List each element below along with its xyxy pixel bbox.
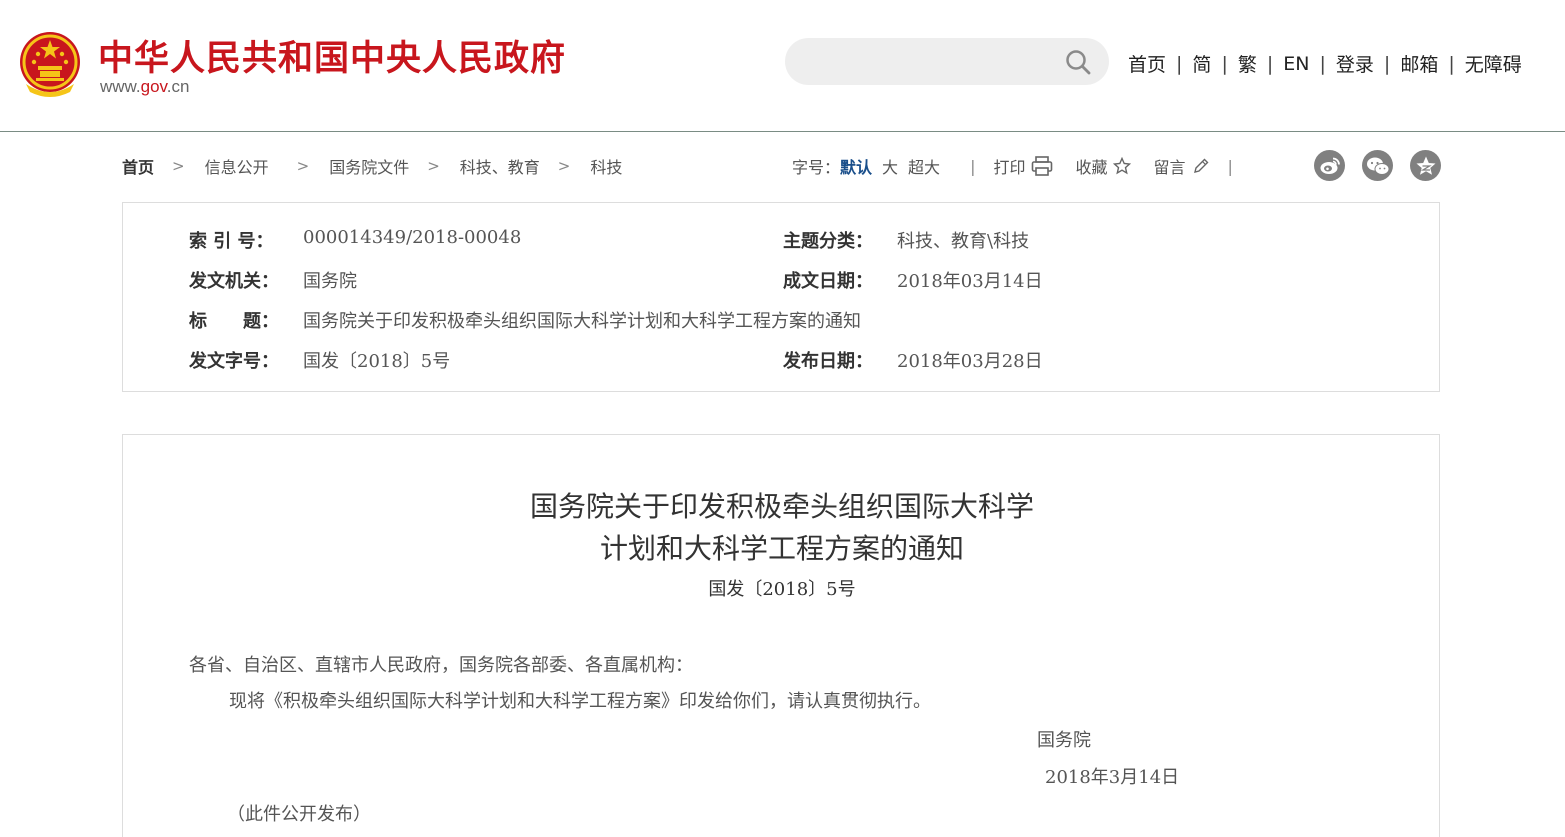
font-size-xlarge[interactable]: 超大 (908, 154, 940, 178)
breadcrumb-home[interactable]: 首页 (122, 154, 154, 178)
nav-mail[interactable]: 邮箱 (1400, 50, 1438, 77)
site-header: 中华人民共和国中央人民政府 www.gov.cn 首页 | 简 | 繁 | EN… (0, 0, 1565, 132)
nav-login[interactable]: 登录 (1336, 50, 1374, 77)
info-topic-label: 主题分类： (783, 231, 873, 252)
nav-home[interactable]: 首页 (1128, 50, 1166, 77)
print-label: 打印 (993, 158, 1026, 177)
comment-button[interactable]: 留言 (1153, 154, 1209, 178)
info-publish-date-value: 2018年03月28日 (897, 351, 1043, 372)
article-date: 2018年3月14日 (1045, 767, 1180, 788)
article-salutation: 各省、自治区、直辖市人民政府，国务院各部委、各直属机构： (189, 655, 693, 676)
info-written-date-label: 成文日期： (783, 271, 873, 292)
site-url[interactable]: www.gov.cn (100, 77, 189, 97)
info-doc-number-row: 发文字号： 国发〔2018〕5号 (189, 347, 450, 373)
toolbar-separator: | (1227, 156, 1233, 176)
article-paragraph: 现将《积极牵头组织国际大科学计划和大科学工程方案》印发给你们，请认真贯彻执行。 (229, 691, 931, 712)
info-publish-date-label: 发布日期： (783, 351, 873, 372)
info-title-row: 标 题： 国务院关于印发积极牵头组织国际大科学计划和大科学工程方案的通知 (189, 307, 861, 333)
info-doc-number-label: 发文字号： (189, 351, 279, 372)
info-publish-date-row: 发布日期： 2018年03月28日 (783, 347, 1043, 373)
nav-separator: | (1319, 52, 1326, 75)
toolbar-separator: | (970, 156, 976, 176)
info-issuer-row: 发文机关： 国务院 (189, 267, 357, 293)
share-qzone-button[interactable] (1410, 150, 1441, 181)
info-topic-row: 主题分类： 科技、教育\科技 (783, 227, 1029, 253)
article-title-line-2: 计划和大科学工程方案的通知 (599, 532, 964, 565)
info-topic-value: 科技、教育\科技 (897, 231, 1030, 252)
printer-icon (1032, 156, 1053, 176)
pencil-icon (1193, 158, 1208, 173)
article-title-line-1: 国务院关于印发积极牵头组织国际大科学 (529, 490, 1034, 523)
article-signer: 国务院 (1037, 730, 1091, 751)
info-doc-number-value: 国发〔2018〕5号 (303, 351, 451, 372)
info-issuer-value: 国务院 (303, 271, 357, 292)
site-url-domain: gov (140, 77, 167, 96)
info-index-value: 000014349/2018-00048 (303, 227, 522, 248)
breadcrumb-info-disclosure[interactable]: 信息公开 (205, 154, 269, 178)
star-icon (1113, 157, 1132, 175)
breadcrumb-science[interactable]: 科技 (590, 154, 622, 178)
weibo-icon (1320, 157, 1340, 174)
site-title[interactable]: 中华人民共和国中央人民政府 (98, 30, 566, 81)
qzone-icon (1416, 156, 1435, 175)
nav-separator: | (1383, 52, 1391, 75)
breadcrumb: 首页 > 信息公开 > 国务院文件 > 科技、教育 > 科技 (122, 154, 622, 178)
site-url-suffix: .cn (166, 77, 190, 96)
info-issuer-label: 发文机关： (189, 271, 279, 292)
article-body: 国务院关于印发积极牵头组织国际大科学 计划和大科学工程方案的通知 国发〔2018… (122, 434, 1440, 837)
print-button[interactable]: 打印 (993, 154, 1053, 178)
info-index-row: 索 引 号： 000014349/2018-00048 (189, 227, 521, 253)
favorite-label: 收藏 (1075, 158, 1108, 177)
nav-simplified[interactable]: 简 (1192, 50, 1211, 77)
comment-label: 留言 (1153, 158, 1186, 177)
share-wechat-button[interactable] (1362, 150, 1393, 181)
search-box (785, 38, 1109, 85)
search-input[interactable] (805, 48, 1045, 75)
info-written-date-value: 2018年03月14日 (897, 271, 1043, 292)
article-doc-number: 国发〔2018〕5号 (708, 579, 856, 600)
nav-separator: | (1448, 52, 1455, 75)
document-info-box: 索 引 号： 000014349/2018-00048 主题分类： 科技、教育\… (122, 202, 1440, 392)
info-title-label: 标 题： (189, 311, 279, 332)
font-size-large[interactable]: 大 (882, 154, 898, 178)
info-index-label: 索 引 号： (189, 231, 274, 252)
share-weibo-button[interactable] (1314, 150, 1345, 181)
font-size-default[interactable]: 默认 (840, 154, 872, 178)
article-toolbar: 字号： 默认 大 超大 | 打印 收藏 留言 | (792, 152, 1233, 180)
breadcrumb-separator: > (427, 157, 440, 175)
nav-separator: | (1176, 52, 1183, 75)
breadcrumb-separator: > (172, 157, 185, 175)
site-url-prefix: www. (100, 77, 141, 96)
breadcrumb-science-education[interactable]: 科技、教育 (460, 154, 540, 178)
info-written-date-row: 成文日期： 2018年03月14日 (783, 267, 1043, 293)
nav-accessibility[interactable]: 无障碍 (1465, 50, 1522, 77)
national-emblem-icon[interactable] (18, 30, 82, 98)
breadcrumb-state-council-docs[interactable]: 国务院文件 (329, 154, 409, 178)
nav-english[interactable]: EN (1283, 53, 1309, 75)
nav-separator: | (1221, 52, 1228, 75)
wechat-icon (1366, 157, 1389, 175)
nav-traditional[interactable]: 繁 (1238, 50, 1257, 77)
font-size-label: 字号： (792, 158, 841, 177)
breadcrumb-separator: > (557, 157, 571, 175)
article-publication-note: （此件公开发布） (227, 804, 371, 825)
top-nav: 首页 | 简 | 繁 | EN | 登录 | 邮箱 | 无障碍 (1128, 50, 1522, 77)
favorite-button[interactable]: 收藏 (1075, 154, 1132, 178)
info-title-value: 国务院关于印发积极牵头组织国际大科学计划和大科学工程方案的通知 (303, 311, 861, 332)
breadcrumb-separator: > (296, 157, 310, 175)
search-icon[interactable] (1065, 49, 1091, 75)
nav-separator: | (1266, 52, 1274, 75)
